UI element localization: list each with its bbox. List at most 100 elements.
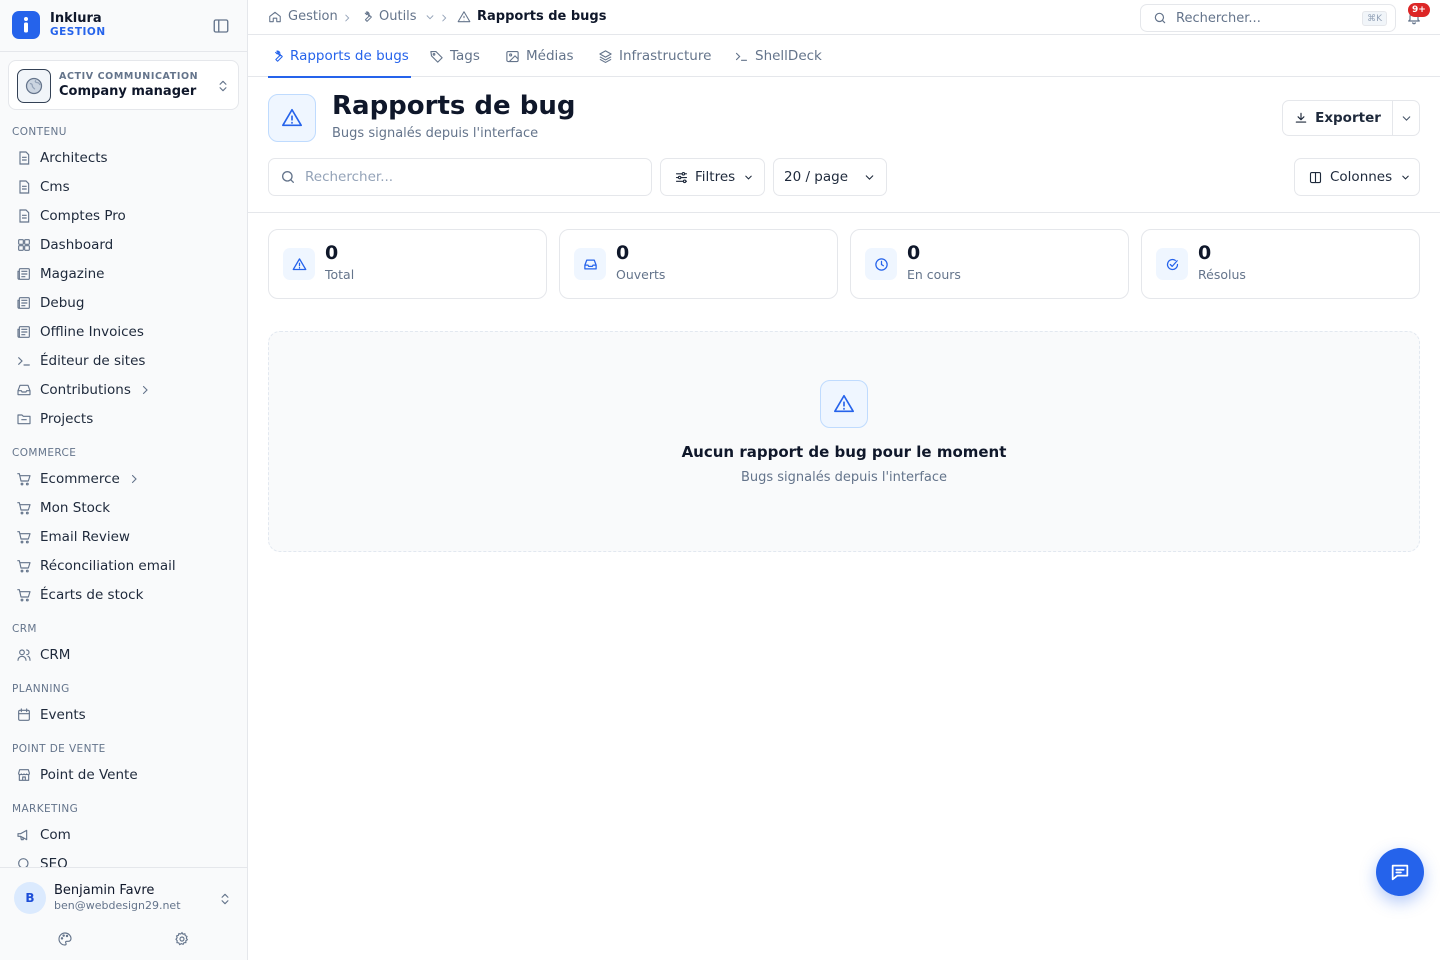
document-icon <box>19 180 30 194</box>
alert-triangle-icon <box>268 94 316 142</box>
tab-label: Médias <box>526 48 574 64</box>
document-icon <box>19 151 30 165</box>
sidebar-item-ecarts-de-stock[interactable]: Écarts de stock <box>8 581 238 609</box>
document-icon <box>19 209 30 223</box>
sidebar-item-debug[interactable]: Debug <box>8 289 238 317</box>
brand-name: Inklura <box>50 11 102 26</box>
palette-icon[interactable] <box>57 931 73 947</box>
table-search-input[interactable] <box>305 167 635 187</box>
stat-value: 0 <box>907 242 921 264</box>
stat-label: Résolus <box>1198 267 1246 282</box>
tab-tags[interactable]: Tags <box>429 35 480 77</box>
folder-icon <box>17 414 31 425</box>
breadcrumb-middle-label: Outils <box>379 9 417 24</box>
user-name: Benjamin Favre <box>54 883 155 898</box>
tab-label: Tags <box>450 48 480 64</box>
page-size-select[interactable]: 20 / page <box>773 158 887 196</box>
chevron-down-icon <box>865 174 874 180</box>
sidebar-item-magazine[interactable]: Magazine <box>8 260 238 288</box>
chevron-right-icon <box>131 474 137 484</box>
sidebar-item-events[interactable]: Events <box>8 701 238 729</box>
sidebar-item-com[interactable]: Com <box>8 821 238 849</box>
chat-bubble-icon <box>1391 864 1409 881</box>
sidebar-item-editeur-de-sites[interactable]: Éditeur de sites <box>8 347 238 375</box>
store-icon <box>18 769 30 781</box>
sidebar-item-label: Debug <box>40 295 85 311</box>
chat-button[interactable] <box>1376 848 1424 896</box>
columns-button[interactable]: Colonnes <box>1294 158 1420 196</box>
chevron-right-icon <box>442 14 447 22</box>
cart-icon <box>17 531 31 544</box>
alert-triangle-icon <box>820 380 868 428</box>
cart-icon <box>17 589 31 602</box>
page-subtitle: Bugs signalés depuis l'interface <box>332 126 539 141</box>
sidebar-nav: CONTENU Architects Cms Comptes Pro Dashb… <box>0 120 247 868</box>
search-icon <box>1154 12 1166 24</box>
export-options-button[interactable] <box>1392 101 1419 135</box>
company-switcher[interactable]: ACTIV COMMUNICATION Company manager <box>8 60 239 110</box>
globe-icon <box>17 69 51 103</box>
newspaper-icon <box>17 297 30 309</box>
sidebar-item-contributions[interactable]: Contributions <box>8 376 238 404</box>
columns-icon <box>1309 171 1322 183</box>
tab-label: Infrastructure <box>619 48 712 64</box>
sidebar-item-cms[interactable]: Cms <box>8 173 238 201</box>
sidebar-item-label: Events <box>40 707 86 723</box>
user-menu[interactable]: B Benjamin Favre ben@webdesign29.net <box>0 867 247 960</box>
company-org: ACTIV COMMUNICATION <box>59 71 199 82</box>
sidebar-item-projects[interactable]: Projects <box>8 405 238 433</box>
tab-label: ShellDeck <box>755 48 822 64</box>
global-search[interactable]: Rechercher... ⌘K <box>1140 4 1396 32</box>
breadcrumb-root-label: Gestion <box>288 9 338 24</box>
brand-logo-icon[interactable] <box>12 11 40 39</box>
export-button[interactable]: Exporter <box>1283 101 1392 135</box>
sidebar-item-label: Magazine <box>40 266 105 282</box>
alert-triangle-icon <box>457 10 471 22</box>
sidebar-item-mon-stock[interactable]: Mon Stock <box>8 494 238 522</box>
tab-infrastructure[interactable]: Infrastructure <box>598 35 711 77</box>
layers-icon <box>599 49 612 63</box>
tab-rapports-de-bugs[interactable]: Rapports de bugs <box>268 35 411 78</box>
tab-medias[interactable]: Médias <box>505 35 574 77</box>
sidebar-item-crm[interactable]: CRM <box>8 641 238 669</box>
sidebar-item-offline-invoices[interactable]: Offline Invoices <box>8 318 238 346</box>
company-role: Company manager <box>59 84 197 99</box>
sidebar-item-label: Dashboard <box>40 237 114 253</box>
terminal-icon <box>735 52 748 61</box>
download-icon <box>1295 112 1307 123</box>
sidebar-item-architects[interactable]: Architects <box>8 144 238 172</box>
sidebar-item-label: Email Review <box>40 529 130 545</box>
tab-shelldeck[interactable]: ShellDeck <box>734 35 822 77</box>
breadcrumb-root[interactable]: Gestion <box>268 9 338 24</box>
sidebar-item-label: Com <box>40 827 71 843</box>
empty-state-title: Aucun rapport de bug pour le moment <box>681 443 1007 461</box>
sidebar-item-seo[interactable]: SEO <box>8 850 238 868</box>
sidebar-toggle-icon[interactable] <box>212 17 230 35</box>
export-button-group: Exporter <box>1282 100 1420 136</box>
sidebar-item-comptes-pro[interactable]: Comptes Pro <box>8 202 238 230</box>
stat-label: Ouverts <box>616 267 666 282</box>
gear-icon[interactable] <box>174 931 190 947</box>
megaphone-icon <box>17 829 28 841</box>
sidebar-item-label: CRM <box>40 647 71 663</box>
chevron-down-icon <box>745 175 752 180</box>
sidebar-item-dashboard[interactable]: Dashboard <box>8 231 238 259</box>
stat-label: En cours <box>907 267 961 282</box>
section-marketing: MARKETING <box>12 803 79 815</box>
chevron-right-icon <box>345 14 350 22</box>
cart-icon <box>17 502 31 515</box>
avatar: B <box>14 882 46 914</box>
filters-button[interactable]: Filtres <box>660 158 765 196</box>
sidebar-item-email-review[interactable]: Email Review <box>8 523 238 551</box>
section-crm: CRM <box>12 623 37 635</box>
check-circle-icon <box>1156 248 1188 280</box>
sidebar-item-ecommerce[interactable]: Ecommerce <box>8 465 238 493</box>
brand-subtitle: GESTION <box>50 26 106 38</box>
sidebar-item-point-de-vente[interactable]: Point de Vente <box>8 761 238 789</box>
breadcrumb-middle[interactable]: Outils <box>360 9 435 24</box>
sliders-icon <box>675 171 688 183</box>
sidebar-item-reconciliation-email[interactable]: Réconciliation email <box>8 552 238 580</box>
brand-header: Inklura GESTION <box>0 0 247 52</box>
image-icon <box>506 50 519 62</box>
inbox-icon <box>17 384 31 396</box>
